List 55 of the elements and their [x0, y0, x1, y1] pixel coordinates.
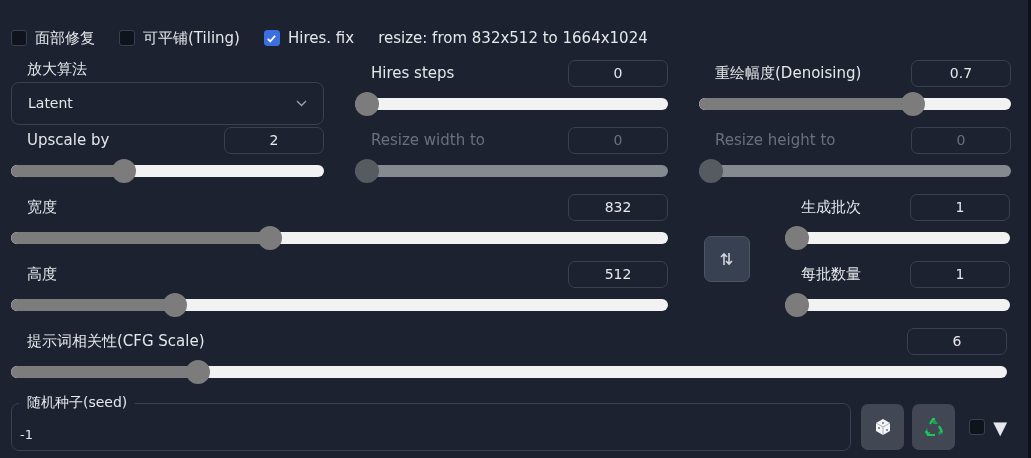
- slider-label: 高度: [26, 263, 57, 285]
- checkbox-label[interactable]: 可平铺(Tiling): [143, 26, 240, 50]
- number-field: 0: [911, 126, 1011, 154]
- number-field[interactable]: 1: [910, 260, 1010, 288]
- slider-thumb[interactable]: [185, 360, 210, 384]
- slider-thumb[interactable]: [900, 92, 925, 116]
- check-icon: [266, 32, 278, 44]
- number-field[interactable]: 6: [907, 327, 1007, 355]
- number-field[interactable]: 0.7: [911, 59, 1011, 87]
- swap-button[interactable]: [703, 236, 750, 282]
- dice-icon: [873, 418, 892, 436]
- checkbox[interactable]: [969, 419, 986, 435]
- slider[interactable]: [11, 293, 668, 317]
- slider-label: Hires steps: [370, 62, 455, 84]
- slider-label: 宽度: [26, 196, 57, 218]
- number-field[interactable]: 832: [568, 193, 668, 221]
- slider[interactable]: [699, 92, 1011, 116]
- checkbox[interactable]: [263, 30, 280, 46]
- slider-thumb[interactable]: [355, 92, 379, 116]
- slider-thumb[interactable]: [257, 226, 282, 250]
- slider-thumb[interactable]: [112, 159, 137, 183]
- upscaler-dropdown[interactable]: Latent: [11, 82, 324, 125]
- slider-thumb[interactable]: [785, 293, 809, 317]
- slider-label: Resize width to: [370, 129, 485, 151]
- checkbox-label[interactable]: Hires. fix: [287, 26, 355, 50]
- slider[interactable]: [785, 293, 1010, 317]
- swap-arrows-icon: [720, 252, 733, 266]
- slider[interactable]: [11, 159, 324, 183]
- slider[interactable]: [355, 92, 668, 116]
- slider-label: 提示词相关性(CFG Scale): [26, 330, 205, 352]
- slider-thumb[interactable]: [162, 293, 187, 317]
- slider-label: 每批数量: [800, 263, 861, 285]
- recycle-icon: [922, 416, 945, 438]
- slider[interactable]: [11, 226, 668, 250]
- random-seed-button[interactable]: [861, 404, 905, 450]
- number-field[interactable]: 2: [224, 126, 324, 154]
- number-field[interactable]: 0: [568, 59, 668, 87]
- number-field[interactable]: 1: [910, 193, 1010, 221]
- slider-label: Resize height to: [714, 129, 836, 151]
- slider-label: 重绘幅度(Denoising): [714, 62, 862, 84]
- slider[interactable]: [785, 226, 1010, 250]
- slider-thumb[interactable]: [785, 226, 809, 250]
- expand-toggle[interactable]: ▼: [993, 413, 1007, 441]
- slider[interactable]: [11, 360, 1007, 384]
- checkbox[interactable]: [119, 30, 135, 46]
- checkbox-label[interactable]: 面部修复: [35, 26, 95, 50]
- slider-label: Upscale by: [26, 129, 110, 151]
- number-field[interactable]: 512: [568, 260, 668, 288]
- resize-info: resize: from 832x512 to 1664x1024: [378, 27, 648, 49]
- number-field: 0: [568, 126, 668, 154]
- slider-label: 生成批次: [800, 196, 861, 218]
- reuse-seed-button[interactable]: [912, 404, 956, 450]
- dropdown-label: 放大算法: [26, 59, 88, 80]
- checkbox[interactable]: [11, 30, 27, 46]
- chevron-icon: [296, 100, 307, 107]
